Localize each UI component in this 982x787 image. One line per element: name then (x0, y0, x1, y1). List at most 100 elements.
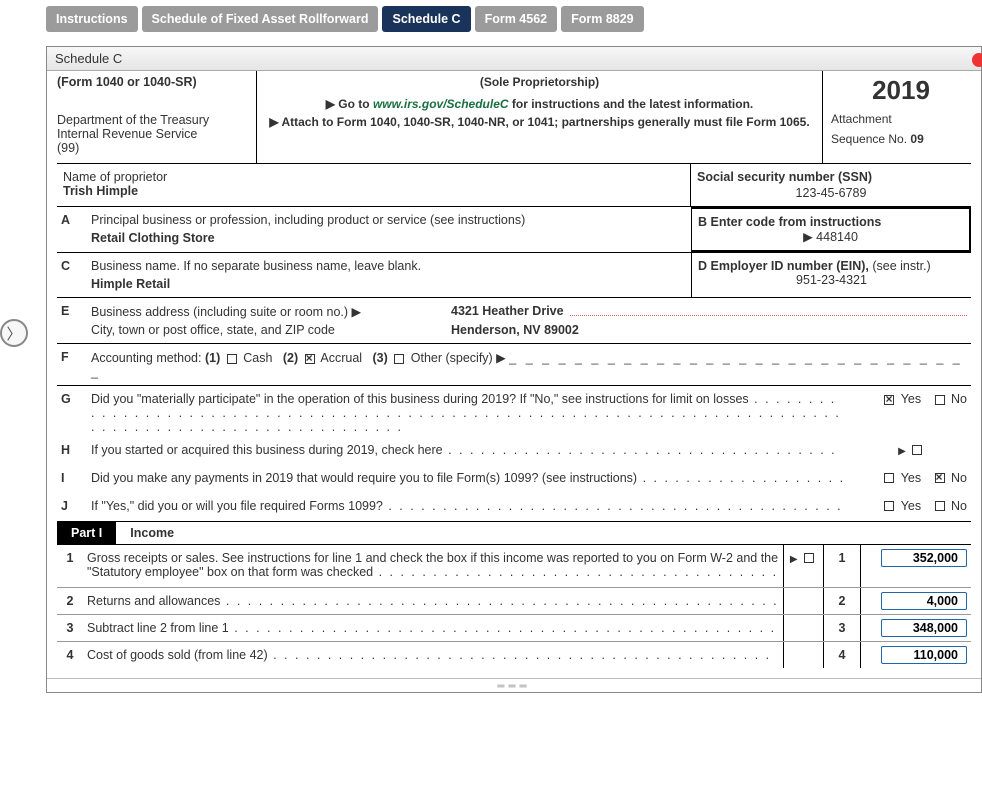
letter-e: E (57, 298, 87, 343)
line-g-text: Did you "materially participate" in the … (91, 392, 749, 406)
goto-prefix: ▶ Go to (326, 97, 373, 111)
h-checkbox[interactable] (912, 445, 922, 455)
line-c-value: Himple Retail (91, 277, 687, 291)
line-3: 3 Subtract line 2 from line 1 3 348,000 (57, 614, 971, 641)
sequence-prefix: Sequence No. (831, 132, 910, 146)
tab-schedule-c[interactable]: Schedule C (382, 6, 470, 32)
expand-handle[interactable]: 〉 (0, 319, 28, 347)
attachment-label: Attachment (831, 112, 971, 126)
letter-a: A (57, 207, 87, 252)
window-title: Schedule C (47, 47, 981, 71)
letter-h: H (57, 441, 87, 459)
line-4-num: 4 (57, 642, 83, 668)
row-f: F Accounting method: (1) Cash (2) Accrua… (57, 344, 971, 386)
line-2-amount[interactable]: 4,000 (881, 592, 967, 610)
line-4: 4 Cost of goods sold (from line 42) 4 11… (57, 641, 971, 668)
line-1-checkbox[interactable] (804, 553, 814, 563)
tab-instructions[interactable]: Instructions (46, 6, 138, 32)
checkbox-other[interactable] (394, 354, 404, 364)
dept-line-3: (99) (57, 141, 250, 155)
sequence-line: Sequence No. 09 (831, 132, 971, 146)
name-ssn-row: Name of proprietor Trish Himple Social s… (57, 164, 971, 207)
line-c-label: Business name. If no separate business n… (91, 259, 687, 273)
line-e-city-label: City, town or post office, state, and ZI… (91, 323, 451, 337)
part-1-label: Part I (57, 522, 116, 544)
line-3-amount[interactable]: 348,000 (881, 619, 967, 637)
line-1: 1 Gross receipts or sales. See instructi… (57, 545, 971, 588)
line-2-desc: Returns and allowances (87, 594, 220, 608)
f-opt1: (1) (205, 351, 220, 365)
row-j: J If "Yes," did you or will you file req… (57, 493, 971, 521)
triangle-icon: ▶ (898, 446, 906, 457)
row-a-b: A Principal business or profession, incl… (57, 207, 971, 253)
tab-bar: Instructions Schedule of Fixed Asset Rol… (46, 6, 982, 32)
j-no-checkbox[interactable] (935, 501, 945, 511)
ssn-label: Social security number (SSN) (697, 170, 965, 184)
line-d-value: 951-23-4321 (698, 273, 965, 287)
dept-line-2: Internal Revenue Service (57, 127, 250, 141)
letter-f: F (57, 348, 87, 366)
line-2: 2 Returns and allowances 2 4,000 (57, 587, 971, 614)
line-4-amount[interactable]: 110,000 (881, 646, 967, 664)
tab-rollforward[interactable]: Schedule of Fixed Asset Rollforward (142, 6, 379, 32)
g-yes-label: Yes (901, 392, 921, 406)
line-4-boxnum: 4 (823, 642, 861, 668)
tab-form-4562[interactable]: Form 4562 (475, 6, 558, 32)
tab-form-8829[interactable]: Form 8829 (561, 6, 644, 32)
line-a-label: Principal business or profession, includ… (91, 213, 687, 227)
row-e: E Business address (including suite or r… (57, 298, 971, 344)
i-no-checkbox[interactable] (935, 473, 945, 483)
line-d-label: D Employer ID number (EIN), (see instr.) (698, 259, 965, 273)
form-subtitle: (Sole Proprietorship) (263, 75, 816, 89)
line-1-boxnum: 1 (823, 545, 861, 588)
f-opt3-label: Other (specify) ▶ (411, 351, 506, 365)
proprietor-label: Name of proprietor (63, 170, 684, 184)
line-2-boxnum: 2 (823, 588, 861, 614)
j-yes-label: Yes (901, 499, 921, 513)
line-1-amount[interactable]: 352,000 (881, 549, 967, 567)
close-icon[interactable] (972, 53, 982, 67)
g-yes-checkbox[interactable] (884, 395, 894, 405)
ssn-value: 123-45-6789 (697, 186, 965, 200)
f-opt2: (2) (283, 351, 298, 365)
line-b-value: ▶ 448140 (698, 229, 963, 244)
g-no-label: No (951, 392, 967, 406)
letter-g: G (57, 390, 87, 408)
line-b-label: B Enter code from instructions (698, 215, 963, 229)
goto-link[interactable]: www.irs.gov/ScheduleC (373, 97, 509, 111)
dept-line-1: Department of the Treasury (57, 113, 250, 127)
form-header: (Form 1040 or 1040-SR) Department of the… (57, 71, 971, 164)
goto-suffix: for instructions and the latest informat… (509, 97, 754, 111)
resize-grip[interactable]: ═══ (47, 678, 981, 692)
line-3-num: 3 (57, 615, 83, 641)
j-no-label: No (951, 499, 967, 513)
form-number: (Form 1040 or 1040-SR) (57, 75, 250, 89)
line-e-addr-label: Business address (including suite or roo… (91, 304, 451, 319)
line-e-addr-value: 4321 Heather Drive (451, 304, 564, 319)
attach-line: ▶ Attach to Form 1040, 1040-SR, 1040-NR,… (263, 115, 816, 129)
checkbox-cash[interactable] (227, 354, 237, 364)
letter-j: J (57, 497, 87, 515)
f-opt3: (3) (373, 351, 388, 365)
i-yes-label: Yes (901, 471, 921, 485)
sequence-no: 09 (910, 132, 923, 146)
letter-c: C (57, 253, 87, 297)
line-e-city-value: Henderson, NV 89002 (451, 323, 579, 337)
line-j-text: If "Yes," did you or will you file requi… (91, 499, 383, 513)
j-yes-checkbox[interactable] (884, 501, 894, 511)
row-i: I Did you make any payments in 2019 that… (57, 465, 971, 493)
tax-year: 2019 (831, 75, 971, 106)
f-opt1-label: Cash (243, 351, 272, 365)
goto-line: ▶ Go to www.irs.gov/ScheduleC for instru… (263, 97, 816, 111)
triangle-icon: ▶ (790, 554, 798, 565)
line-a-value: Retail Clothing Store (91, 231, 687, 245)
line-3-boxnum: 3 (823, 615, 861, 641)
row-h: H If you started or acquired this busine… (57, 437, 971, 465)
g-no-checkbox[interactable] (935, 395, 945, 405)
checkbox-accrual[interactable] (305, 354, 315, 364)
line-3-desc: Subtract line 2 from line 1 (87, 621, 229, 635)
i-yes-checkbox[interactable] (884, 473, 894, 483)
f-dashes: _ _ _ _ _ _ _ _ _ _ _ _ _ _ _ _ _ _ _ _ … (91, 351, 963, 379)
proprietor-name: Trish Himple (63, 184, 684, 198)
form-window: Schedule C (Form 1040 or 1040-SR) Depart… (46, 46, 982, 693)
